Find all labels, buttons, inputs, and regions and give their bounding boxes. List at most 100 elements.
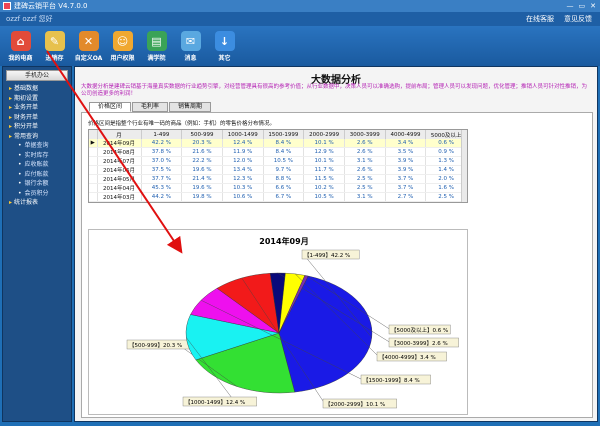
toolbar-button-1[interactable]: ✎ 进销存 <box>38 28 71 66</box>
chat-icon: ✉ <box>180 31 201 51</box>
house-icon: ⌂ <box>10 31 31 51</box>
sidebar-item[interactable]: 期初设置 <box>3 94 71 104</box>
table-cell: 10.3 % <box>222 183 264 194</box>
row-selector[interactable] <box>89 165 98 176</box>
maximize-button[interactable]: ▭ <box>579 2 586 10</box>
sidebar-item[interactable]: 业务开单 <box>3 103 71 113</box>
table-cell: 3.4 % <box>385 139 427 149</box>
column-header[interactable]: 1-499 <box>141 130 183 139</box>
users-icon: ☺ <box>112 31 133 51</box>
table-row[interactable]: 2014年04月 45.3 % 19.6 % 10.3 % 6.6 % 10.2 % 2.5… <box>89 183 467 194</box>
toolbar-button-5[interactable]: ✉ 消息 <box>174 28 207 66</box>
column-header[interactable]: 3000-3999 <box>344 130 386 139</box>
toolbar-button-4[interactable]: ▤ 满学院 <box>140 28 173 66</box>
tab[interactable]: 价格区间 <box>89 102 132 112</box>
tab-bar: 价格区间 毛利率 销售周期 <box>89 102 212 112</box>
row-selector[interactable]: ▶ <box>89 139 98 149</box>
sidebar-item[interactable]: 常用查询 <box>3 132 71 142</box>
table-cell: 10.1 % <box>303 156 345 167</box>
table-cell: 11.7 % <box>303 165 345 176</box>
sidebar-item[interactable]: 应付账款 <box>3 170 71 180</box>
table-row[interactable]: 2014年03月 44.2 % 19.8 % 10.6 % 6.7 % 10.5 % 3.1… <box>89 192 467 203</box>
table-cell: 37.7 % <box>141 174 183 185</box>
row-marker-header <box>89 130 98 139</box>
table-row[interactable]: 2014年08月 37.8 % 21.6 % 11.9 % 8.4 % 12.9 % 2.6… <box>89 147 467 158</box>
sidebar: 手机办公 基础数据期初设置业务开单财务开单积分开单常用查询单据查询实时库存应收账… <box>2 66 72 422</box>
table-cell: 20.3 % <box>181 139 223 149</box>
download-icon: ↓ <box>214 31 235 51</box>
sidebar-item[interactable]: 财务开单 <box>3 113 71 123</box>
table-cell: 10.1 % <box>303 139 345 149</box>
sidebar-item[interactable]: 实时库存 <box>3 151 71 161</box>
sidebar-item[interactable]: 银行余额 <box>3 179 71 189</box>
row-selector[interactable] <box>89 192 98 203</box>
sidebar-item[interactable]: 会员积分 <box>3 189 71 199</box>
close-button[interactable]: ✕ <box>590 2 596 10</box>
toolbar-button-2[interactable]: ✕ 自定义OA <box>72 28 105 66</box>
table-cell: 3.9 % <box>385 165 427 176</box>
table-cell: 12.0 % <box>222 156 264 167</box>
table-cell: 3.7 % <box>385 183 427 194</box>
table-row[interactable]: 2014年06月 37.5 % 19.6 % 13.4 % 9.7 % 11.7 % 2.6… <box>89 165 467 176</box>
column-header[interactable]: 2000-2999 <box>303 130 345 139</box>
table-cell: 2014年09月 <box>97 139 142 149</box>
table-cell: 2014年08月 <box>97 147 142 158</box>
table-cell: 2.6 % <box>344 139 386 149</box>
row-selector[interactable] <box>89 183 98 194</box>
notebook-icon: ✎ <box>44 31 65 51</box>
sidebar-item[interactable]: 应收账款 <box>3 160 71 170</box>
page-title: 大数据分析 <box>311 75 361 86</box>
tab[interactable]: 销售周期 <box>169 102 212 112</box>
table-row[interactable]: 2014年05月 37.7 % 21.4 % 12.3 % 8.8 % 11.5 % 2.5… <box>89 174 467 185</box>
column-header[interactable]: 1000-1499 <box>222 130 264 139</box>
table-row[interactable]: ▶ 2014年09月 42.2 % 20.3 % 12.4 % 8.4 % 10.1 % 2.… <box>89 139 467 149</box>
table-cell: 22.2 % <box>181 156 223 167</box>
table-cell: 37.8 % <box>141 147 183 158</box>
slice-label: 【1000-1499】12.4 % <box>185 399 245 406</box>
minimize-button[interactable]: — <box>567 2 574 10</box>
sidebar-item[interactable]: 积分开单 <box>3 122 71 132</box>
table-cell: 2014年04月 <box>97 183 142 194</box>
row-selector[interactable] <box>89 174 98 185</box>
table-cell: 10.5 % <box>303 192 345 203</box>
feedback-link[interactable]: 意见反馈 <box>564 14 592 24</box>
slice-label: 【500-999】20.3 % <box>129 342 182 349</box>
column-header[interactable]: 4000-4999 <box>385 130 427 139</box>
mobile-office-button[interactable]: 手机办公 <box>6 70 68 81</box>
table-cell: 44.2 % <box>141 192 183 203</box>
title-bar: 建碑云销平台 V4.7.0.0 — ▭ ✕ <box>0 0 600 12</box>
toolbar-button-6[interactable]: ↓ 其它 <box>208 28 241 66</box>
table-header-row: 月 1-499 500-999 1000-1499 1500-1999 2000-2999… <box>89 130 467 139</box>
table-row[interactable]: 2014年07月 37.0 % 22.2 % 12.0 % 10.5 % 10.1 % 3.… <box>89 156 467 167</box>
table-cell: 37.0 % <box>141 156 183 167</box>
price-table: 月 1-499 500-999 1000-1499 1500-1999 2000-2999… <box>88 129 468 204</box>
online-service-link[interactable]: 在线客服 <box>526 14 554 24</box>
toolbar-button-3[interactable]: ☺ 用户权限 <box>106 28 139 66</box>
row-selector[interactable] <box>89 156 98 167</box>
table-cell: 8.4 % <box>263 147 305 158</box>
slice-label: 【5000及以上】0.6 % <box>391 326 448 334</box>
toolbar-button-0[interactable]: ⌂ 我的电商 <box>4 28 37 66</box>
column-header[interactable]: 1500-1999 <box>263 130 305 139</box>
row-selector[interactable] <box>89 147 98 158</box>
sidebar-item[interactable]: 单据查询 <box>3 141 71 151</box>
table-cell: 19.6 % <box>181 165 223 176</box>
column-header[interactable]: 月 <box>97 130 142 139</box>
table-cell: 9.7 % <box>263 165 305 176</box>
column-header[interactable]: 500-999 <box>181 130 223 139</box>
toolbar-label: 消息 <box>184 55 197 62</box>
table-cell: 12.4 % <box>222 139 264 149</box>
tools-icon: ✕ <box>78 31 99 51</box>
book-icon: ▤ <box>146 31 167 51</box>
table-cell: 13.4 % <box>222 165 264 176</box>
sidebar-item[interactable]: 统计报表 <box>3 198 71 208</box>
tab[interactable]: 毛利率 <box>132 102 169 112</box>
toolbar-label: 我的电商 <box>8 55 33 62</box>
table-cell: 12.3 % <box>222 174 264 185</box>
table-cell: 2014年03月 <box>97 192 142 203</box>
table-cell: 2014年06月 <box>97 165 142 176</box>
table-scrollbar[interactable] <box>461 130 467 203</box>
table-cell: 10.6 % <box>222 192 264 203</box>
sidebar-item[interactable]: 基础数据 <box>3 84 71 94</box>
table-cell: 10.2 % <box>303 183 345 194</box>
